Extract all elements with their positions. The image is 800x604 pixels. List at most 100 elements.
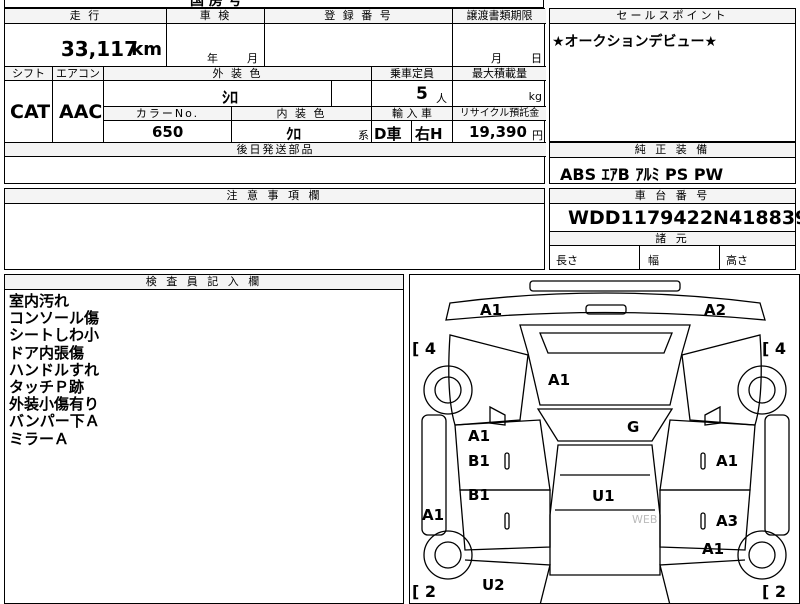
shift-cell: CAT	[5, 81, 53, 143]
diagram-label-rear: U2	[482, 576, 505, 594]
equipment-box: 純 正 装 備 ABS ｴｱB ｱﾙﾐ PS PW	[549, 142, 796, 184]
dims-length-cell: 長さ	[550, 246, 640, 269]
caution-header: 注 意 事 項 欄	[5, 189, 544, 204]
diagram-label-fl-door-a: A1	[468, 427, 491, 445]
inspector-note: シートしわ小	[9, 326, 100, 345]
diagram-bracket-left-bottom: [ 2	[412, 582, 437, 601]
diagram-bracket-right-bottom: [ 2	[762, 582, 787, 601]
capacity-unit: 人	[436, 92, 447, 105]
dims-height-cell: 高さ	[720, 246, 795, 269]
sales-point-text: ★オークションデビュー★	[552, 34, 718, 50]
right-front-door-shape	[659, 419, 756, 491]
diagram-label-roof: U1	[592, 487, 615, 505]
int-color-suffix: 系	[358, 129, 369, 142]
int-color-value: ｸﾛ	[286, 125, 302, 143]
recycle-cell: 19,390 円	[453, 121, 546, 143]
max-load-header: 最大積載量	[453, 67, 546, 81]
shift-value: CAT	[10, 101, 51, 123]
left-front-fender-shape	[448, 334, 529, 426]
windshield-shape	[536, 408, 674, 442]
registration-cell	[265, 24, 453, 67]
inspector-notes: 室内汚れ コンソール傷 シートしわ小 ドア内張傷 ハンドルすれ タッチＰ跡 外装…	[9, 292, 100, 448]
max-load-cell: kg	[453, 81, 546, 107]
diagram-label-front-right: A2	[704, 301, 727, 319]
chassis-header: 車 台 番 号	[550, 189, 795, 204]
int-color-cell: ｸﾛ 系	[232, 121, 372, 143]
wheel-rl-shape	[423, 530, 473, 580]
recycle-value: 19,390	[469, 123, 527, 141]
front-bumper-shape	[529, 280, 681, 292]
inspector-note: 外装小傷有り	[9, 395, 100, 414]
diagram-label-fr-door: A1	[716, 452, 739, 470]
inspector-note: 室内汚れ	[9, 292, 70, 310]
mileage-cell: 33,117 km	[5, 24, 167, 67]
ext-color-header: 外 装 色	[104, 67, 372, 81]
recycle-header: リサイクル預託金	[453, 107, 546, 121]
rear-quarter-shape	[464, 559, 746, 603]
capacity-header: 乗車定員	[372, 67, 453, 81]
inspector-note: バンパー下Ａ	[9, 412, 100, 431]
inspector-header: 検 査 員 記 入 欄	[5, 275, 403, 290]
diagram-label-rl-door: B1	[468, 486, 490, 504]
inspector-note: ミラーＡ	[9, 429, 70, 448]
diagram-label-left-side: A1	[422, 506, 445, 524]
hood-inner-shape	[539, 332, 673, 354]
import-type-value: D車	[374, 125, 402, 143]
transfer-header: 譲渡書類期限	[453, 9, 546, 24]
aircon-cell: AAC	[53, 81, 104, 143]
diagram-label-hood: A1	[548, 371, 571, 389]
recycle-unit: 円	[532, 129, 543, 142]
diagram-label-windshield: G	[627, 418, 640, 436]
inspection-header: 車 検	[167, 9, 265, 24]
inspector-note: コンソール傷	[9, 309, 100, 328]
damage-diagram-box: A1 A2 [ 4 [ 4 A1 G A1 B1 A1 B1 U1 A1 A3 …	[409, 274, 800, 604]
chassis-value: WDD1179422N418839	[568, 207, 800, 229]
color-no-header: カラーNo.	[104, 107, 232, 121]
dims-header: 諸 元	[550, 231, 795, 246]
ext-color-value: ｼﾛ	[222, 88, 239, 107]
aircon-header: エアコン	[53, 67, 104, 81]
diagram-label-right-side-a: A3	[716, 512, 739, 530]
mileage-value: 33,117	[60, 37, 138, 61]
transfer-day: 日	[531, 52, 542, 65]
transfer-month: 月	[491, 52, 502, 65]
wheel-fl-shape	[423, 365, 473, 415]
mileage-header: 走 行	[5, 9, 167, 24]
inspector-box: 検 査 員 記 入 欄 室内汚れ コンソール傷 シートしわ小 ドア内張傷 ハンド…	[4, 274, 404, 604]
import-header: 輸 入 車	[372, 107, 453, 121]
capacity-cell: 5 人	[372, 81, 453, 107]
right-sill-shape	[764, 414, 790, 536]
transfer-cell: 月 日	[453, 24, 546, 67]
inspection-month: 月	[247, 52, 258, 65]
diagram-bracket-right: [ 4	[762, 339, 787, 358]
sales-point-header: セールスポイント	[550, 9, 795, 24]
color-no-value: 650	[152, 123, 184, 141]
int-color-header: 内 装 色	[232, 107, 372, 121]
dims-row: 長さ 幅 高さ	[550, 246, 795, 269]
later-parts-cell	[5, 157, 546, 183]
dims-width-cell: 幅	[640, 246, 720, 269]
ext-color-extra-cell	[332, 81, 372, 107]
import-type-cell: D車	[372, 121, 412, 143]
chassis-box: 車 台 番 号 WDD1179422N418839 諸 元 長さ 幅 高さ	[549, 188, 800, 270]
import-handle-value: 右H	[415, 125, 443, 143]
wheel-rr-shape	[737, 530, 787, 580]
inspector-note: ハンドルすれ	[9, 360, 100, 379]
max-load-unit: kg	[528, 90, 542, 103]
right-front-fender-shape	[681, 334, 762, 426]
top-strip: 国 房 号	[4, 0, 544, 9]
equipment-header: 純 正 装 備	[550, 143, 795, 158]
inspection-cell: 年 月	[167, 24, 265, 67]
inspector-note: ドア内張傷	[9, 343, 85, 362]
hood-shape	[519, 324, 691, 406]
inspector-note: タッチＰ跡	[9, 378, 85, 397]
mileage-unit: km	[131, 39, 162, 60]
diagram-label-right-side-b: A1	[702, 540, 725, 558]
later-parts-header: 後日発送部品	[5, 143, 546, 157]
sales-point-box: セールスポイント ★オークションデビュー★	[549, 8, 796, 142]
diagram-watermark: WEB	[632, 513, 658, 526]
dims-width-label: 幅	[648, 254, 659, 267]
inspection-year: 年	[207, 52, 218, 65]
ext-color-cell: ｼﾛ	[104, 81, 332, 107]
dims-length-label: 長さ	[556, 254, 578, 267]
